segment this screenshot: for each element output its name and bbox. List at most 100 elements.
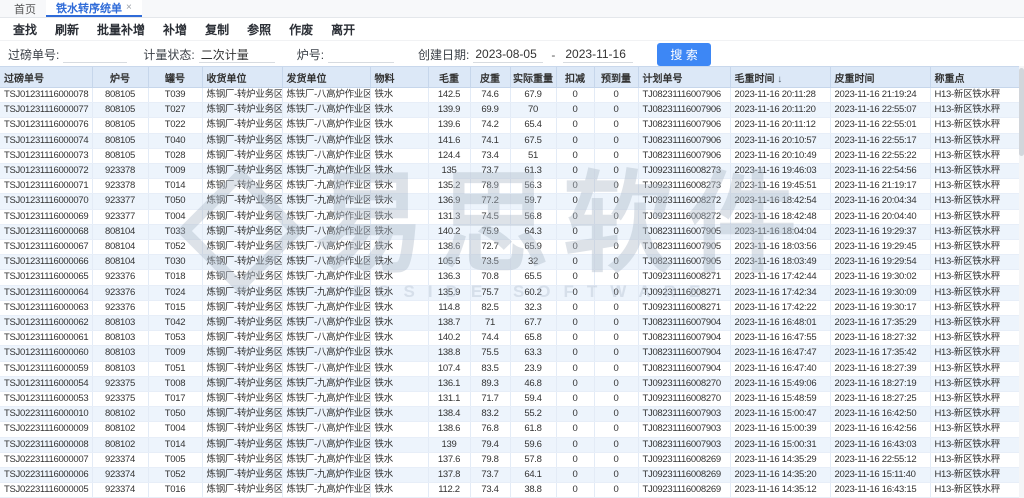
table-row[interactable]: TSJ01231116000074808105T040炼钢厂-转炉业务区炼铁厂-… — [0, 133, 1019, 148]
col-header-8[interactable]: 实际重量 — [510, 67, 556, 88]
toolbar-button-4[interactable]: 复制 — [196, 21, 238, 38]
toolbar-button-6[interactable]: 作废 — [280, 21, 322, 38]
table-row[interactable]: TSJ01231116000069923377T004炼钢厂-转炉业务区炼铁厂-… — [0, 209, 1019, 224]
table-row[interactable]: TSJ01231116000066808104T030炼钢厂-转炉业务区炼铁厂-… — [0, 255, 1019, 270]
cell: 808102 — [92, 407, 148, 422]
col-header-5[interactable]: 物料 — [370, 67, 428, 88]
cell: 107.4 — [428, 361, 470, 376]
table-row[interactable]: TSJ01231116000060808103T009炼钢厂-转炉业务区炼铁厂-… — [0, 346, 1019, 361]
table-row[interactable]: TSJ01231116000053923375T017炼钢厂-转炉业务区炼铁厂-… — [0, 392, 1019, 407]
cell: 923374 — [92, 483, 148, 498]
cell: 2023-11-16 18:27:25 — [830, 392, 930, 407]
toolbar-button-1[interactable]: 刷新 — [46, 21, 88, 38]
date-from-input[interactable] — [473, 46, 543, 63]
table-row[interactable]: TSJ01231116000070923377T050炼钢厂-转炉业务区炼铁厂-… — [0, 194, 1019, 209]
toolbar-button-0[interactable]: 查找 — [4, 21, 46, 38]
table-row[interactable]: TSJ01231116000073808105T028炼钢厂-转炉业务区炼铁厂-… — [0, 148, 1019, 163]
cell: 铁水 — [370, 483, 428, 498]
cell: T005 — [148, 452, 202, 467]
cell: H13-新区铁水秤 — [930, 164, 1019, 179]
search-button[interactable]: 搜 索 — [657, 43, 710, 66]
col-header-3[interactable]: 收货单位 — [202, 67, 282, 88]
cell: TSJ02231116000007 — [0, 452, 92, 467]
table-row[interactable]: TSJ01231116000072923378T009炼钢厂-转炉业务区炼铁厂-… — [0, 164, 1019, 179]
table-row[interactable]: TSJ01231116000061808103T053炼钢厂-转炉业务区炼铁厂-… — [0, 331, 1019, 346]
col-header-4[interactable]: 发货单位 — [282, 67, 370, 88]
col-header-10[interactable]: 预到量 — [594, 67, 638, 88]
cell: 79.4 — [470, 437, 510, 452]
records-table: 过磅单号炉号罐号收货单位发货单位物料毛重皮重实际重量扣减预到量计划单号毛重时间 … — [0, 67, 1019, 498]
cell: 89.3 — [470, 376, 510, 391]
cell: H13-新区铁水秤 — [930, 300, 1019, 315]
table-row[interactable]: TSJ01231116000068808104T033炼钢厂-转炉业务区炼铁厂-… — [0, 224, 1019, 239]
status-label: 计量状态: — [143, 46, 194, 63]
cell: 铁水 — [370, 255, 428, 270]
cell: 60.2 — [510, 285, 556, 300]
col-header-6[interactable]: 毛重 — [428, 67, 470, 88]
cell: 0 — [556, 148, 594, 163]
cell: 76.8 — [470, 422, 510, 437]
table-row[interactable]: TSJ01231116000054923375T008炼钢厂-转炉业务区炼铁厂-… — [0, 376, 1019, 391]
cell: 32 — [510, 255, 556, 270]
cell: TSJ02231116000005 — [0, 483, 92, 498]
table-row[interactable]: TSJ02231116000007923374T005炼钢厂-转炉业务区炼铁厂-… — [0, 452, 1019, 467]
cell: H13-新区铁水秤 — [930, 392, 1019, 407]
table-row[interactable]: TSJ01231116000076808105T022炼钢厂-转炉业务区炼铁厂-… — [0, 118, 1019, 133]
cell: 0 — [594, 209, 638, 224]
cell: TJ09231116008272 — [638, 194, 730, 209]
toolbar-button-5[interactable]: 参照 — [238, 21, 280, 38]
table-row[interactable]: TSJ01231116000065923376T018炼钢厂-转炉业务区炼铁厂-… — [0, 270, 1019, 285]
col-header-12[interactable]: 毛重时间 ↓ — [730, 67, 830, 88]
table-row[interactable]: TSJ01231116000063923376T015炼钢厂-转炉业务区炼铁厂-… — [0, 300, 1019, 315]
tab-iron-transfer-list[interactable]: 铁水转序统单× — [46, 0, 142, 17]
scrollbar-thumb[interactable] — [1019, 68, 1024, 156]
table-row[interactable]: TSJ02231116000009808102T004炼钢厂-转炉业务区炼铁厂-… — [0, 422, 1019, 437]
cell: 炼铁厂-八高炉作业区 — [282, 346, 370, 361]
cell: 923375 — [92, 376, 148, 391]
col-header-1[interactable]: 炉号 — [92, 67, 148, 88]
table-row[interactable]: TSJ01231116000078808105T039炼钢厂-转炉业务区炼铁厂-… — [0, 88, 1019, 103]
toolbar-button-7[interactable]: 离开 — [322, 21, 364, 38]
col-header-14[interactable]: 称重点 — [930, 67, 1019, 88]
col-header-13[interactable]: 皮重时间 — [830, 67, 930, 88]
cell: H13-新区铁水秤 — [930, 483, 1019, 498]
furnace-no-input[interactable] — [328, 46, 394, 63]
date-to-input[interactable] — [563, 46, 633, 63]
tab-close-icon[interactable]: × — [126, 2, 132, 13]
weigh-no-input[interactable] — [63, 46, 127, 63]
cell: T039 — [148, 88, 202, 103]
cell: TSJ01231116000066 — [0, 255, 92, 270]
status-select[interactable] — [199, 46, 275, 63]
table-row[interactable]: TSJ01231116000064923376T024炼钢厂-转炉业务区炼铁厂-… — [0, 285, 1019, 300]
cell: TJ08231116007906 — [638, 133, 730, 148]
table-row[interactable]: TSJ02231116000010808102T050炼钢厂-转炉业务区炼铁厂-… — [0, 407, 1019, 422]
table-row[interactable]: TSJ01231116000062808103T042炼钢厂-转炉业务区炼铁厂-… — [0, 316, 1019, 331]
cell: 2023-11-16 19:29:37 — [830, 224, 930, 239]
cell: 铁水 — [370, 392, 428, 407]
cell: 2023-11-16 18:27:19 — [830, 376, 930, 391]
cell: T028 — [148, 148, 202, 163]
cell: TSJ01231116000069 — [0, 209, 92, 224]
vertical-scrollbar[interactable] — [1019, 66, 1024, 498]
cell: 923376 — [92, 300, 148, 315]
table-row[interactable]: TSJ01231116000071923378T014炼钢厂-转炉业务区炼铁厂-… — [0, 179, 1019, 194]
col-header-2[interactable]: 罐号 — [148, 67, 202, 88]
tab-home[interactable]: 首页 — [4, 0, 46, 17]
cell: 114.8 — [428, 300, 470, 315]
cell: 51 — [510, 148, 556, 163]
table-row[interactable]: TSJ02231116000008808102T014炼钢厂-转炉业务区炼铁厂-… — [0, 437, 1019, 452]
col-header-9[interactable]: 扣减 — [556, 67, 594, 88]
col-header-11[interactable]: 计划单号 — [638, 67, 730, 88]
table-row[interactable]: TSJ02231116000005923374T016炼钢厂-转炉业务区炼铁厂-… — [0, 483, 1019, 498]
col-header-7[interactable]: 皮重 — [470, 67, 510, 88]
table-row[interactable]: TSJ01231116000077808105T027炼钢厂-转炉业务区炼铁厂-… — [0, 103, 1019, 118]
table-row[interactable]: TSJ01231116000059808103T051炼钢厂-转炉业务区炼铁厂-… — [0, 361, 1019, 376]
table-row[interactable]: TSJ02231116000006923374T052炼钢厂-转炉业务区炼铁厂-… — [0, 468, 1019, 483]
col-header-0[interactable]: 过磅单号 — [0, 67, 92, 88]
cell: 0 — [556, 209, 594, 224]
cell: 74.2 — [470, 118, 510, 133]
table-row[interactable]: TSJ01231116000067808104T052炼钢厂-转炉业务区炼铁厂-… — [0, 240, 1019, 255]
toolbar-button-3[interactable]: 补增 — [154, 21, 196, 38]
toolbar-button-2[interactable]: 批量补增 — [88, 21, 154, 38]
cell: 61.3 — [510, 164, 556, 179]
